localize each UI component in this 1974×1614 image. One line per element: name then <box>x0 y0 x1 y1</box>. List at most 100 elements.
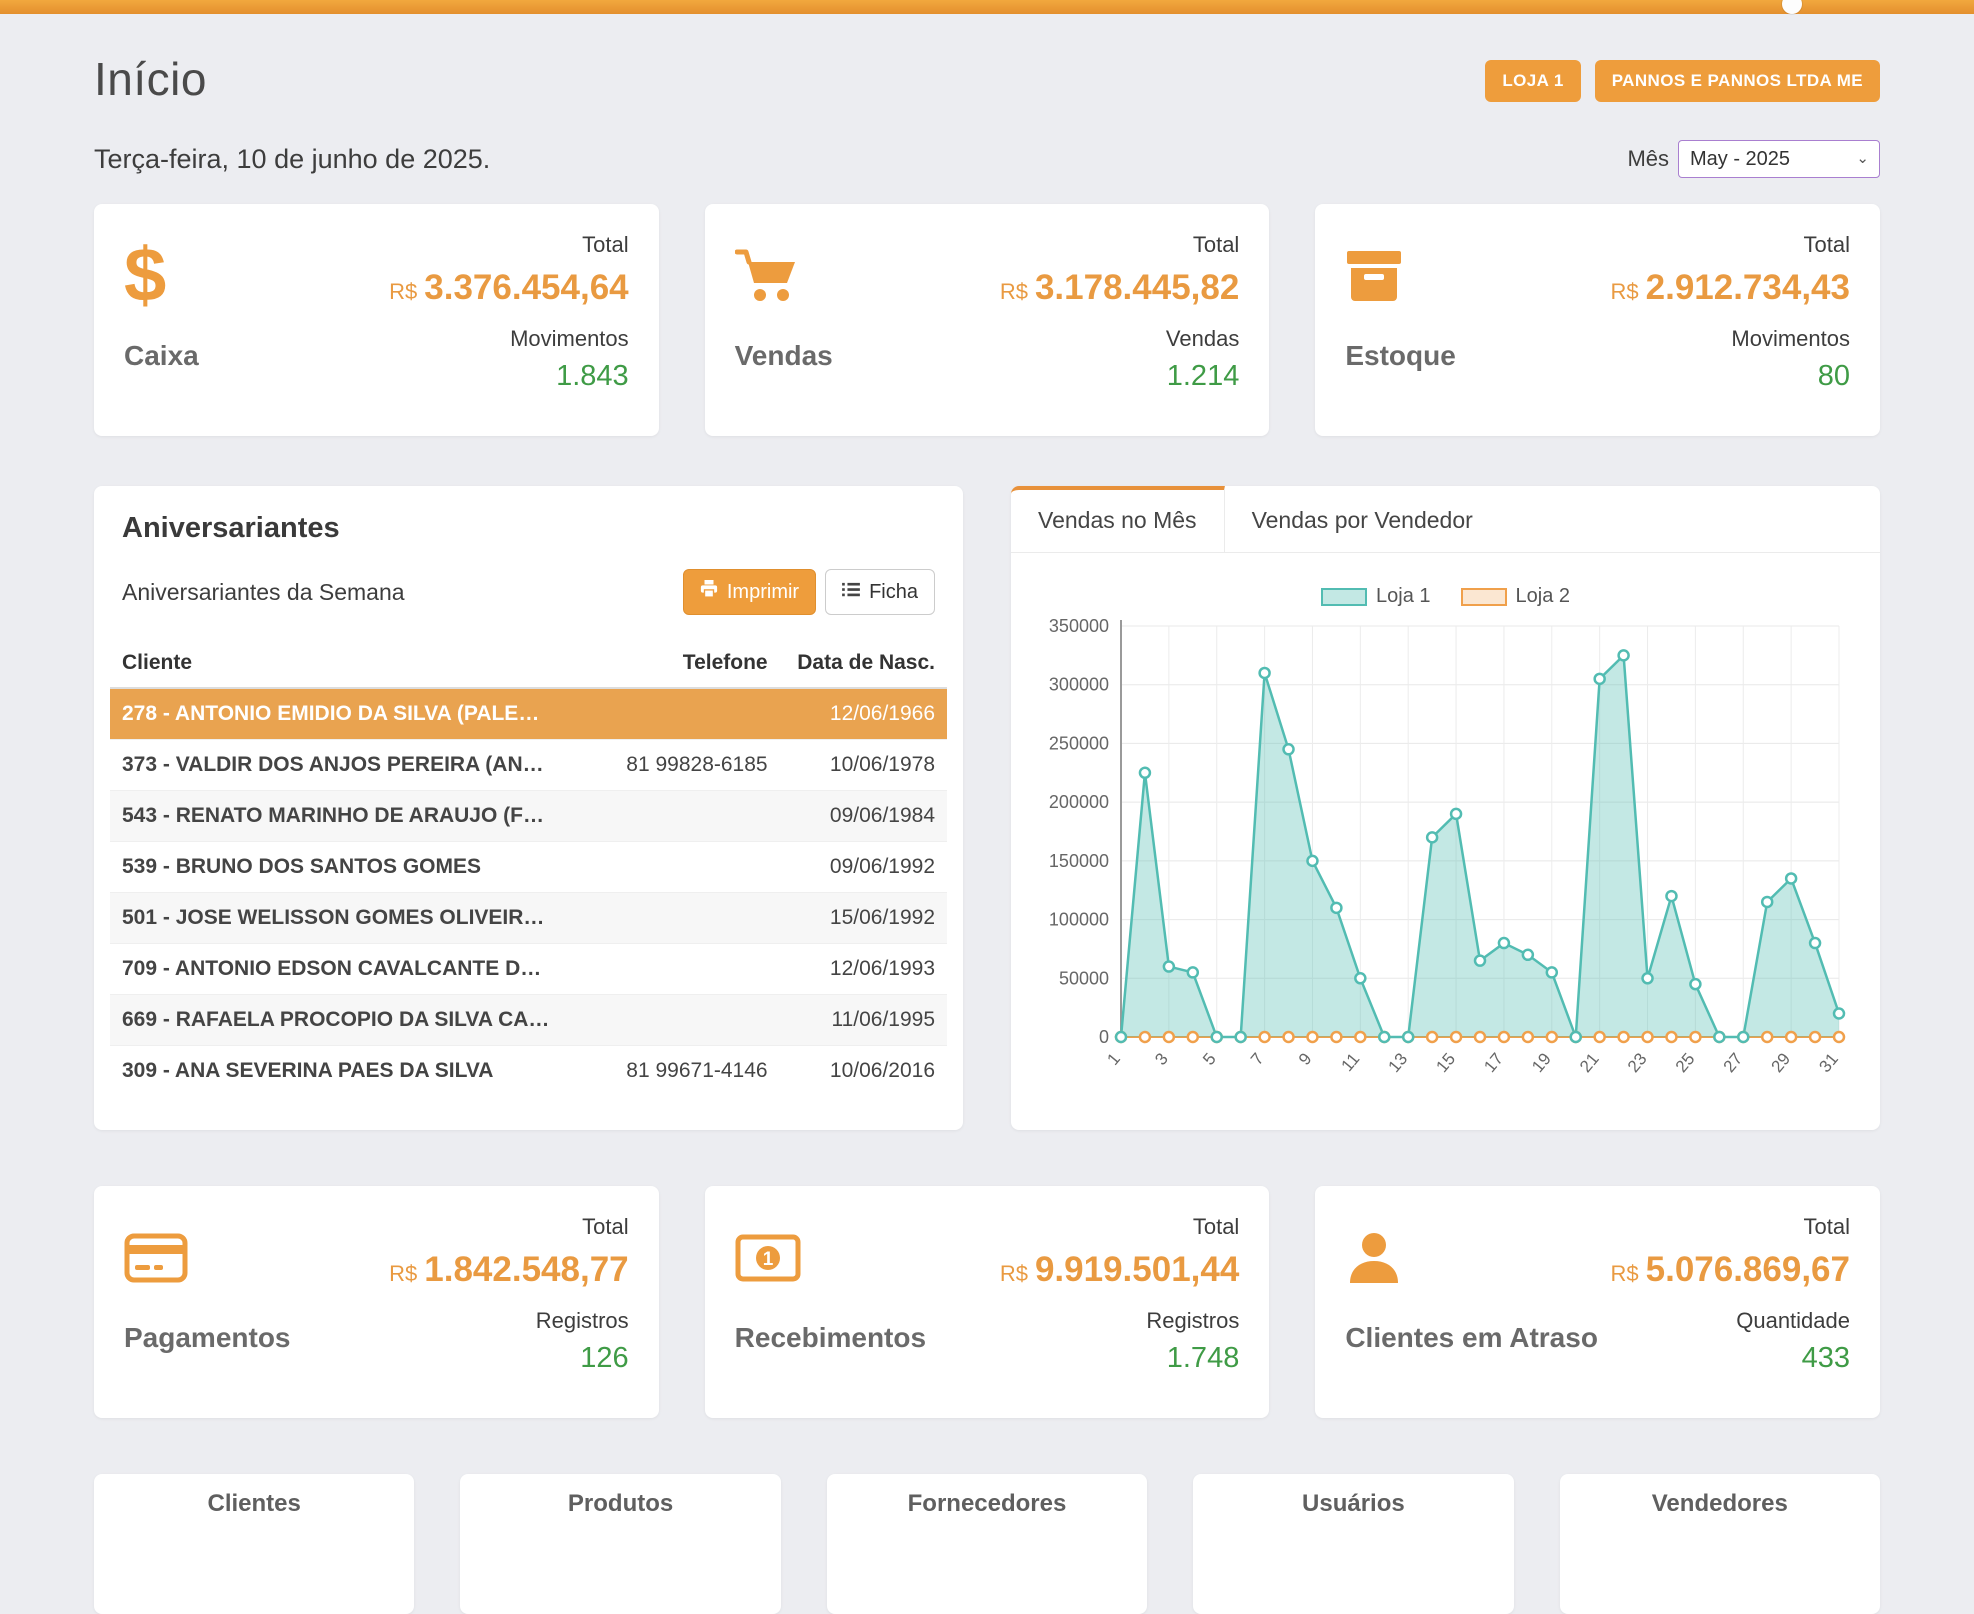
nasc-cell: 15/06/1992 <box>780 893 947 944</box>
user-avatar[interactable] <box>1782 0 1802 14</box>
count-value: 1.748 <box>1000 1342 1240 1375</box>
birthday-row[interactable]: 278 - ANTONIO EMIDIO DA SILVA (PALE… 12/… <box>110 688 947 740</box>
recebimentos-card: 1 Recebimentos Total R$9.919.501,44 Regi… <box>705 1186 1270 1418</box>
stats-bottom-row: Pagamentos Total R$1.842.548,77 Registro… <box>94 1186 1880 1418</box>
nasc-cell: 10/06/1978 <box>780 740 947 791</box>
tab-vendas-por-vendedor[interactable]: Vendas por Vendedor <box>1225 486 1500 552</box>
telefone-cell <box>562 995 780 1046</box>
svg-text:25: 25 <box>1672 1049 1699 1076</box>
svg-text:250000: 250000 <box>1049 733 1109 753</box>
vendedores-card: Vendedores <box>1560 1474 1880 1614</box>
svg-text:1: 1 <box>1103 1049 1124 1068</box>
svg-text:350000: 350000 <box>1049 616 1109 636</box>
birthday-row[interactable]: 539 - BRUNO DOS SANTOS GOMES 09/06/1992 <box>110 842 947 893</box>
count-value: 1.843 <box>389 360 629 393</box>
count-value: 1.214 <box>1000 360 1240 393</box>
vendas-card: Vendas Total R$3.178.445,82 Vendas 1.214 <box>705 204 1270 436</box>
nasc-cell: 12/06/1966 <box>780 688 947 740</box>
ficha-button[interactable]: Ficha <box>825 569 935 615</box>
col-nasc: Data de Nasc. <box>780 639 947 688</box>
produtos-card: Produtos <box>460 1474 780 1614</box>
nasc-cell: 12/06/1993 <box>780 944 947 995</box>
legend-loja1[interactable]: Loja 1 <box>1321 585 1431 608</box>
sales-tabs: Vendas no Mês Vendas por Vendedor <box>1011 486 1880 553</box>
page-title: Início <box>94 52 207 106</box>
stat-name: Recebimentos <box>735 1322 926 1354</box>
cliente-cell: 709 - ANTONIO EDSON CAVALCANTE D… <box>110 944 562 995</box>
svg-text:0: 0 <box>1099 1027 1109 1047</box>
stat-name: Pagamentos <box>124 1322 291 1354</box>
stat-name: Clientes <box>118 1490 390 1518</box>
svg-text:1: 1 <box>762 1249 773 1270</box>
credit-card-icon <box>124 1214 291 1302</box>
company-badge[interactable]: PANNOS E PANNOS LTDA ME <box>1595 60 1880 102</box>
birthday-row[interactable]: 709 - ANTONIO EDSON CAVALCANTE D… 12/06/… <box>110 944 947 995</box>
dashboard: Início LOJA 1 PANNOS E PANNOS LTDA ME Te… <box>0 14 1974 1614</box>
fornecedores-card: Fornecedores <box>827 1474 1147 1614</box>
svg-text:100000: 100000 <box>1049 910 1109 930</box>
svg-text:17: 17 <box>1480 1049 1507 1076</box>
svg-text:29: 29 <box>1767 1049 1794 1076</box>
legend-loja2[interactable]: Loja 2 <box>1461 585 1571 608</box>
birthday-row[interactable]: 543 - RENATO MARINHO DE ARAUJO (F… 09/06… <box>110 791 947 842</box>
stat-name: Usuários <box>1217 1490 1489 1518</box>
clientes-atraso-card: Clientes em Atraso Total R$5.076.869,67 … <box>1315 1186 1880 1418</box>
cliente-cell: 501 - JOSE WELISSON GOMES OLIVEIR… <box>110 893 562 944</box>
telefone-cell <box>562 893 780 944</box>
caixa-card: $ Caixa Total R$3.376.454,64 Movimentos … <box>94 204 659 436</box>
nasc-cell: 10/06/2016 <box>780 1046 947 1097</box>
total-value: R$9.919.501,44 <box>1000 1250 1240 1290</box>
sales-chart: 0500001000001500002000002500003000003500… <box>1033 612 1855 1117</box>
svg-text:150000: 150000 <box>1049 851 1109 871</box>
cliente-cell: 543 - RENATO MARINHO DE ARAUJO (F… <box>110 791 562 842</box>
cliente-cell: 539 - BRUNO DOS SANTOS GOMES <box>110 842 562 893</box>
chart-legend: Loja 1 Loja 2 <box>1033 585 1858 608</box>
svg-text:23: 23 <box>1624 1049 1651 1076</box>
svg-text:11: 11 <box>1337 1049 1363 1075</box>
total-label: Total <box>1000 232 1240 258</box>
birthday-row[interactable]: 309 - ANA SEVERINA PAES DA SILVA 81 9967… <box>110 1046 947 1097</box>
total-label: Total <box>1611 1214 1851 1240</box>
sales-chart-body: Loja 1 Loja 2 05000010000015000020000025… <box>1011 553 1880 1130</box>
stat-name: Vendas <box>735 340 833 372</box>
telefone-cell: 81 99671-4146 <box>562 1046 780 1097</box>
print-button[interactable]: Imprimir <box>683 569 816 615</box>
usuarios-card: Usuários <box>1193 1474 1513 1614</box>
pagamentos-card: Pagamentos Total R$1.842.548,77 Registro… <box>94 1186 659 1418</box>
tab-vendas-no-mes[interactable]: Vendas no Mês <box>1011 486 1225 552</box>
svg-text:21: 21 <box>1576 1049 1603 1076</box>
estoque-card: Estoque Total R$2.912.734,43 Movimentos … <box>1315 204 1880 436</box>
svg-text:50000: 50000 <box>1059 968 1109 988</box>
printer-icon <box>700 580 718 604</box>
birthdays-subtitle: Aniversariantes da Semana <box>122 579 405 606</box>
sales-panel: Vendas no Mês Vendas por Vendedor Loja 1… <box>1011 486 1880 1130</box>
total-label: Total <box>389 1214 629 1240</box>
svg-text:9: 9 <box>1295 1049 1316 1068</box>
total-value: R$5.076.869,67 <box>1611 1250 1851 1290</box>
count-label: Quantidade <box>1611 1308 1851 1334</box>
month-select[interactable]: May - 2025 <box>1678 140 1880 178</box>
birthday-row[interactable]: 373 - VALDIR DOS ANJOS PEREIRA (AN… 81 9… <box>110 740 947 791</box>
loja1-swatch <box>1321 588 1367 606</box>
cliente-cell: 669 - RAFAELA PROCOPIO DA SILVA CA… <box>110 995 562 1046</box>
stat-name: Produtos <box>484 1490 756 1518</box>
user-icon <box>1345 1214 1598 1302</box>
birthday-row[interactable]: 501 - JOSE WELISSON GOMES OLIVEIR… 15/06… <box>110 893 947 944</box>
nasc-cell: 11/06/1995 <box>780 995 947 1046</box>
list-icon <box>842 581 860 604</box>
svg-text:19: 19 <box>1528 1049 1555 1076</box>
count-label: Vendas <box>1000 326 1240 352</box>
box-icon <box>1345 232 1455 320</box>
svg-text:5: 5 <box>1199 1049 1220 1068</box>
stat-name: Caixa <box>124 340 199 372</box>
total-value: R$1.842.548,77 <box>389 1250 629 1290</box>
count-label: Movimentos <box>1611 326 1851 352</box>
money-bill-icon: 1 <box>735 1214 926 1302</box>
count-label: Registros <box>1000 1308 1240 1334</box>
birthdays-table: Cliente Telefone Data de Nasc. 278 - ANT… <box>110 639 947 1096</box>
store-badge-loja1[interactable]: LOJA 1 <box>1485 60 1580 102</box>
store-badges: LOJA 1 PANNOS E PANNOS LTDA ME <box>1485 60 1880 106</box>
birthday-row[interactable]: 669 - RAFAELA PROCOPIO DA SILVA CA… 11/0… <box>110 995 947 1046</box>
loja2-swatch <box>1461 588 1507 606</box>
cliente-cell: 278 - ANTONIO EMIDIO DA SILVA (PALE… <box>110 688 562 740</box>
